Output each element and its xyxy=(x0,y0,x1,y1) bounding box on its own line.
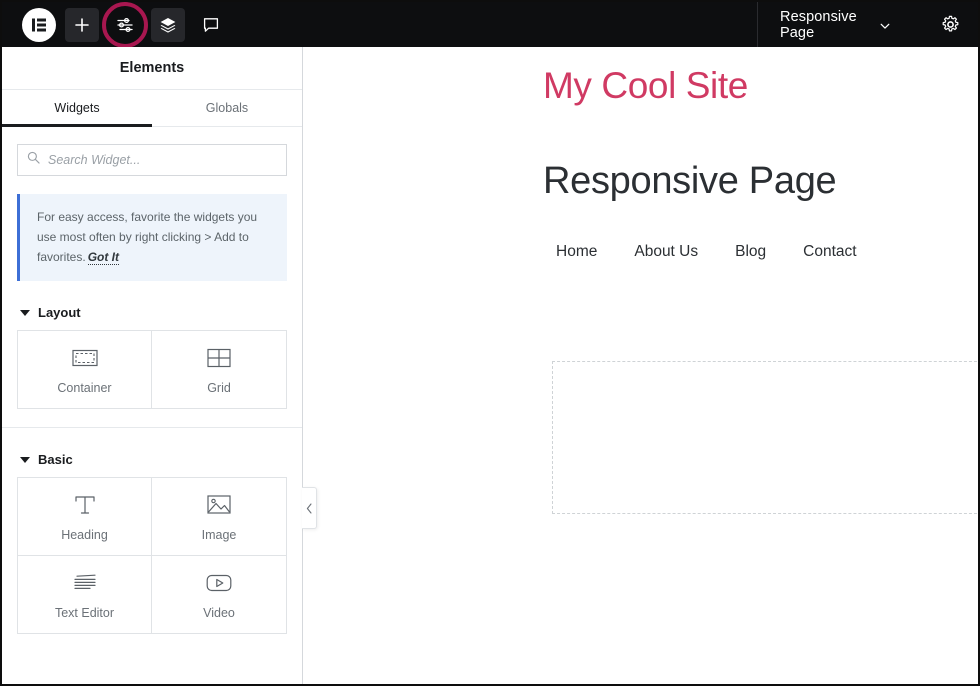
panel-header: Elements xyxy=(2,47,302,90)
text-editor-icon xyxy=(72,570,98,596)
plus-icon xyxy=(74,17,90,33)
widget-container-label: Container xyxy=(57,381,111,395)
category-layout-label: Layout xyxy=(38,305,81,320)
grid-icon xyxy=(206,345,232,371)
favorites-notice-message: For easy access, favorite the widgets yo… xyxy=(37,210,257,264)
elementor-logo-icon[interactable] xyxy=(22,8,56,42)
gear-icon[interactable] xyxy=(941,15,960,34)
widget-video-label: Video xyxy=(203,606,235,620)
widget-container[interactable]: Container xyxy=(17,330,152,409)
search-input[interactable] xyxy=(48,153,277,167)
category-basic: Basic Heading xyxy=(2,442,302,633)
image-icon xyxy=(206,492,232,518)
tab-globals-label: Globals xyxy=(206,101,248,115)
widget-image[interactable]: Image xyxy=(151,477,287,556)
tab-globals[interactable]: Globals xyxy=(152,90,302,126)
widget-image-label: Image xyxy=(202,528,237,542)
widget-grid[interactable]: Grid xyxy=(151,330,287,409)
page-title: Elements xyxy=(120,60,184,76)
tab-widgets-label: Widgets xyxy=(54,101,99,115)
container-icon xyxy=(72,345,98,371)
video-play-icon xyxy=(206,570,232,596)
toolbar-left-group xyxy=(2,2,757,47)
page-name-label: Responsive Page xyxy=(780,9,863,41)
favorites-notice: For easy access, favorite the widgets yo… xyxy=(17,194,287,281)
category-layout-header[interactable]: Layout xyxy=(2,295,302,330)
search-icon xyxy=(27,151,40,169)
basic-widgets-grid: Heading Image xyxy=(2,477,302,633)
search-box[interactable] xyxy=(17,144,287,176)
nav-item-blog[interactable]: Blog xyxy=(735,243,766,261)
nav-item-contact[interactable]: Contact xyxy=(803,243,856,261)
tab-widgets[interactable]: Widgets xyxy=(2,90,152,126)
nav-item-home[interactable]: Home xyxy=(556,243,597,261)
elementor-editor-window: Responsive Page Elements Widgets xyxy=(0,0,980,686)
layout-widgets-grid: Container Grid xyxy=(2,330,302,408)
layers-icon xyxy=(159,16,177,34)
category-layout: Layout Container xyxy=(2,295,302,408)
empty-container-drop-zone[interactable] xyxy=(552,361,978,514)
site-nav-menu: Home About Us Blog Contact xyxy=(556,243,857,261)
page-preview-canvas[interactable]: My Cool Site Responsive Page Home About … xyxy=(303,47,978,686)
category-divider xyxy=(2,427,302,428)
comment-bubble-icon xyxy=(202,16,220,34)
nav-item-about-us[interactable]: About Us xyxy=(634,243,698,261)
widget-video[interactable]: Video xyxy=(151,555,287,634)
page-heading[interactable]: Responsive Page xyxy=(543,160,836,203)
category-basic-header[interactable]: Basic xyxy=(2,442,302,477)
chevron-down-icon xyxy=(20,457,30,463)
site-title[interactable]: My Cool Site xyxy=(543,65,748,107)
chevron-down-icon xyxy=(20,310,30,316)
elements-panel: Elements Widgets Globals xyxy=(2,47,303,686)
widget-grid-label: Grid xyxy=(207,381,231,395)
search-container xyxy=(2,127,302,176)
panel-collapse-handle[interactable] xyxy=(302,487,317,529)
widget-text-editor-label: Text Editor xyxy=(55,606,114,620)
widget-heading-label: Heading xyxy=(61,528,108,542)
comments-button[interactable] xyxy=(194,8,228,42)
heading-t-icon xyxy=(72,492,98,518)
category-basic-label: Basic xyxy=(38,452,73,467)
add-element-button[interactable] xyxy=(65,8,99,42)
toolbar-right-group: Responsive Page xyxy=(757,2,978,47)
widget-text-editor[interactable]: Text Editor xyxy=(17,555,152,634)
favorites-notice-text: For easy access, favorite the widgets yo… xyxy=(37,207,271,267)
navigator-button[interactable] xyxy=(151,8,185,42)
settings-panel-button[interactable] xyxy=(108,8,142,42)
widget-heading[interactable]: Heading xyxy=(17,477,152,556)
panel-tabs: Widgets Globals xyxy=(2,90,302,127)
top-toolbar: Responsive Page xyxy=(2,2,978,47)
got-it-link[interactable]: Got It xyxy=(88,250,119,265)
chevron-down-icon[interactable] xyxy=(879,19,891,31)
sliders-icon xyxy=(116,16,134,34)
chevron-left-icon xyxy=(306,503,313,514)
